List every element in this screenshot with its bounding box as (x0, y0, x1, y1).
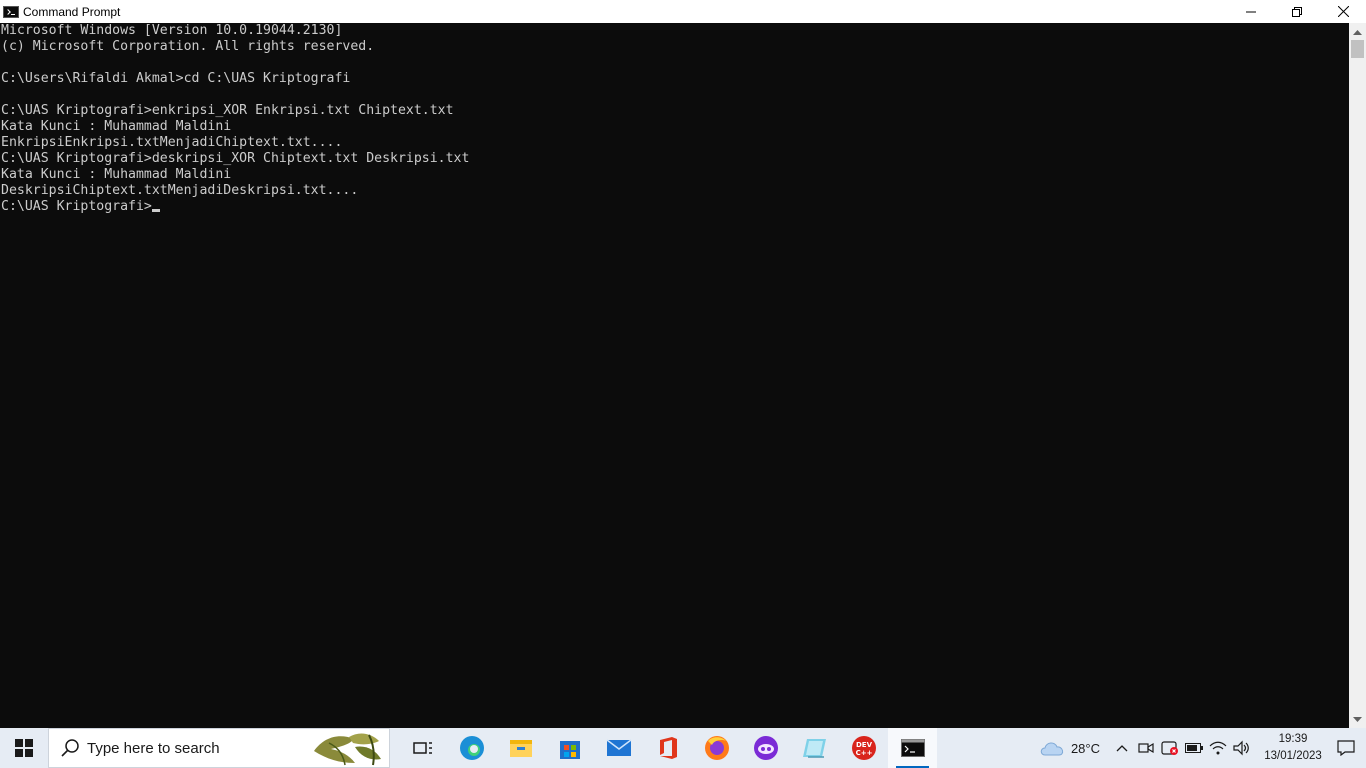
command-prompt-icon (900, 739, 925, 757)
notification-icon (1337, 740, 1355, 756)
command-prompt-icon (3, 5, 19, 18)
firefox-icon (704, 736, 729, 760)
speaker-icon (1233, 740, 1249, 756)
chevron-up-icon (1353, 29, 1362, 35)
console-line: C:\UAS Kriptografi>enkripsi_XOR Enkripsi… (1, 103, 454, 118)
start-button[interactable] (0, 728, 48, 768)
taskbar-search-box[interactable]: Type here to search (48, 728, 390, 768)
cloud-icon (1040, 742, 1064, 756)
clock-date: 13/01/2023 (1264, 750, 1322, 762)
restore-button[interactable] (1274, 0, 1320, 23)
task-view-icon (412, 742, 432, 754)
restore-icon (1292, 6, 1302, 17)
weather-widget[interactable]: 28°C (1039, 739, 1100, 757)
notifications-button[interactable] (1326, 728, 1366, 768)
edge-button[interactable] (447, 728, 496, 768)
search-highlight-illustration-icon (314, 733, 381, 766)
console-line: C:\UAS Kriptografi>deskripsi_XOR Chiptex… (1, 151, 470, 166)
console-line: EnkripsiEnkripsi.txtMenjadiChiptext.txt.… (1, 135, 343, 150)
show-hidden-icons-button[interactable] (1110, 728, 1134, 768)
prompt-text: C:\UAS Kriptografi> (1, 199, 152, 214)
vertical-scrollbar[interactable] (1349, 23, 1366, 728)
camera-icon (1138, 742, 1154, 754)
prompt-line[interactable]: C:\UAS Kriptografi> (0, 199, 1349, 215)
battery-icon (1185, 743, 1203, 753)
scroll-down-button[interactable] (1349, 711, 1366, 728)
text-cursor (151, 209, 160, 212)
windows-logo-icon (15, 739, 33, 757)
console-line: DeskripsiChiptext.txtMenjadiDeskripsi.tx… (1, 183, 359, 198)
search-placeholder: Type here to search (87, 739, 220, 757)
chevron-up-icon (1116, 745, 1128, 752)
file-explorer-button[interactable] (496, 728, 545, 768)
office-icon (659, 737, 677, 759)
dev-cpp-icon: DEVC++ (851, 736, 876, 760)
scroll-up-button[interactable] (1349, 23, 1366, 40)
window-title: Command Prompt (23, 4, 121, 19)
microsoft-store-icon (559, 741, 580, 759)
volume-button[interactable] (1230, 728, 1254, 768)
weather-temperature: 28°C (1070, 740, 1100, 756)
close-icon (1337, 6, 1349, 17)
meet-now-button[interactable] (1134, 728, 1158, 768)
network-button[interactable] (1206, 728, 1230, 768)
window-controls (1228, 0, 1366, 23)
svg-text:DEV: DEV (855, 741, 872, 749)
console-line: Kata Kunci : Muhammad Maldini (1, 167, 232, 182)
wifi-icon (1209, 741, 1227, 755)
mail-icon (606, 739, 631, 756)
pinned-apps: DEV C++ (398, 728, 937, 768)
clock[interactable]: 19:39 13/01/2023 (1260, 731, 1326, 765)
system-tray: 28°C 19:39 13/01/2023 (1039, 728, 1366, 768)
notepad-button[interactable] (790, 728, 839, 768)
firefox-button[interactable] (692, 728, 741, 768)
console-line: Microsoft Windows [Version 10.0.19044.21… (1, 23, 343, 38)
search-icon (61, 739, 79, 757)
console-line: Kata Kunci : Muhammad Maldini (1, 119, 232, 134)
scrollbar-thumb[interactable] (1351, 40, 1364, 58)
minimize-button[interactable] (1228, 0, 1274, 23)
title-bar[interactable]: Command Prompt (0, 0, 1366, 23)
clock-time: 19:39 (1278, 733, 1308, 745)
command-prompt-taskbar-button[interactable] (888, 728, 937, 768)
chevron-down-icon (1353, 716, 1362, 722)
game-icon (753, 736, 778, 760)
minimize-icon (1246, 11, 1256, 12)
office-button[interactable] (643, 728, 692, 768)
mail-button[interactable] (594, 728, 643, 768)
taskbar: Type here to search DEV C++ 28°C 19:39 1… (0, 728, 1366, 768)
task-view-button[interactable] (398, 728, 447, 768)
console-line: C:\Users\Rifaldi Akmal>cd C:\UAS Kriptog… (1, 71, 351, 86)
edge-icon (459, 736, 484, 760)
game-app-button[interactable] (741, 728, 790, 768)
notepad-icon (802, 739, 826, 758)
svg-text:C++: C++ (855, 749, 872, 757)
security-tray-button[interactable] (1158, 728, 1182, 768)
console-line: (c) Microsoft Corporation. All rights re… (1, 39, 375, 54)
microsoft-store-button[interactable] (545, 728, 594, 768)
dev-cpp-button[interactable]: DEV C++ (839, 728, 888, 768)
battery-button[interactable] (1182, 728, 1206, 768)
file-explorer-icon (509, 740, 532, 757)
security-alert-icon (1161, 741, 1178, 755)
close-button[interactable] (1320, 0, 1366, 23)
console-output[interactable]: Microsoft Windows [Version 10.0.19044.21… (0, 23, 1349, 728)
